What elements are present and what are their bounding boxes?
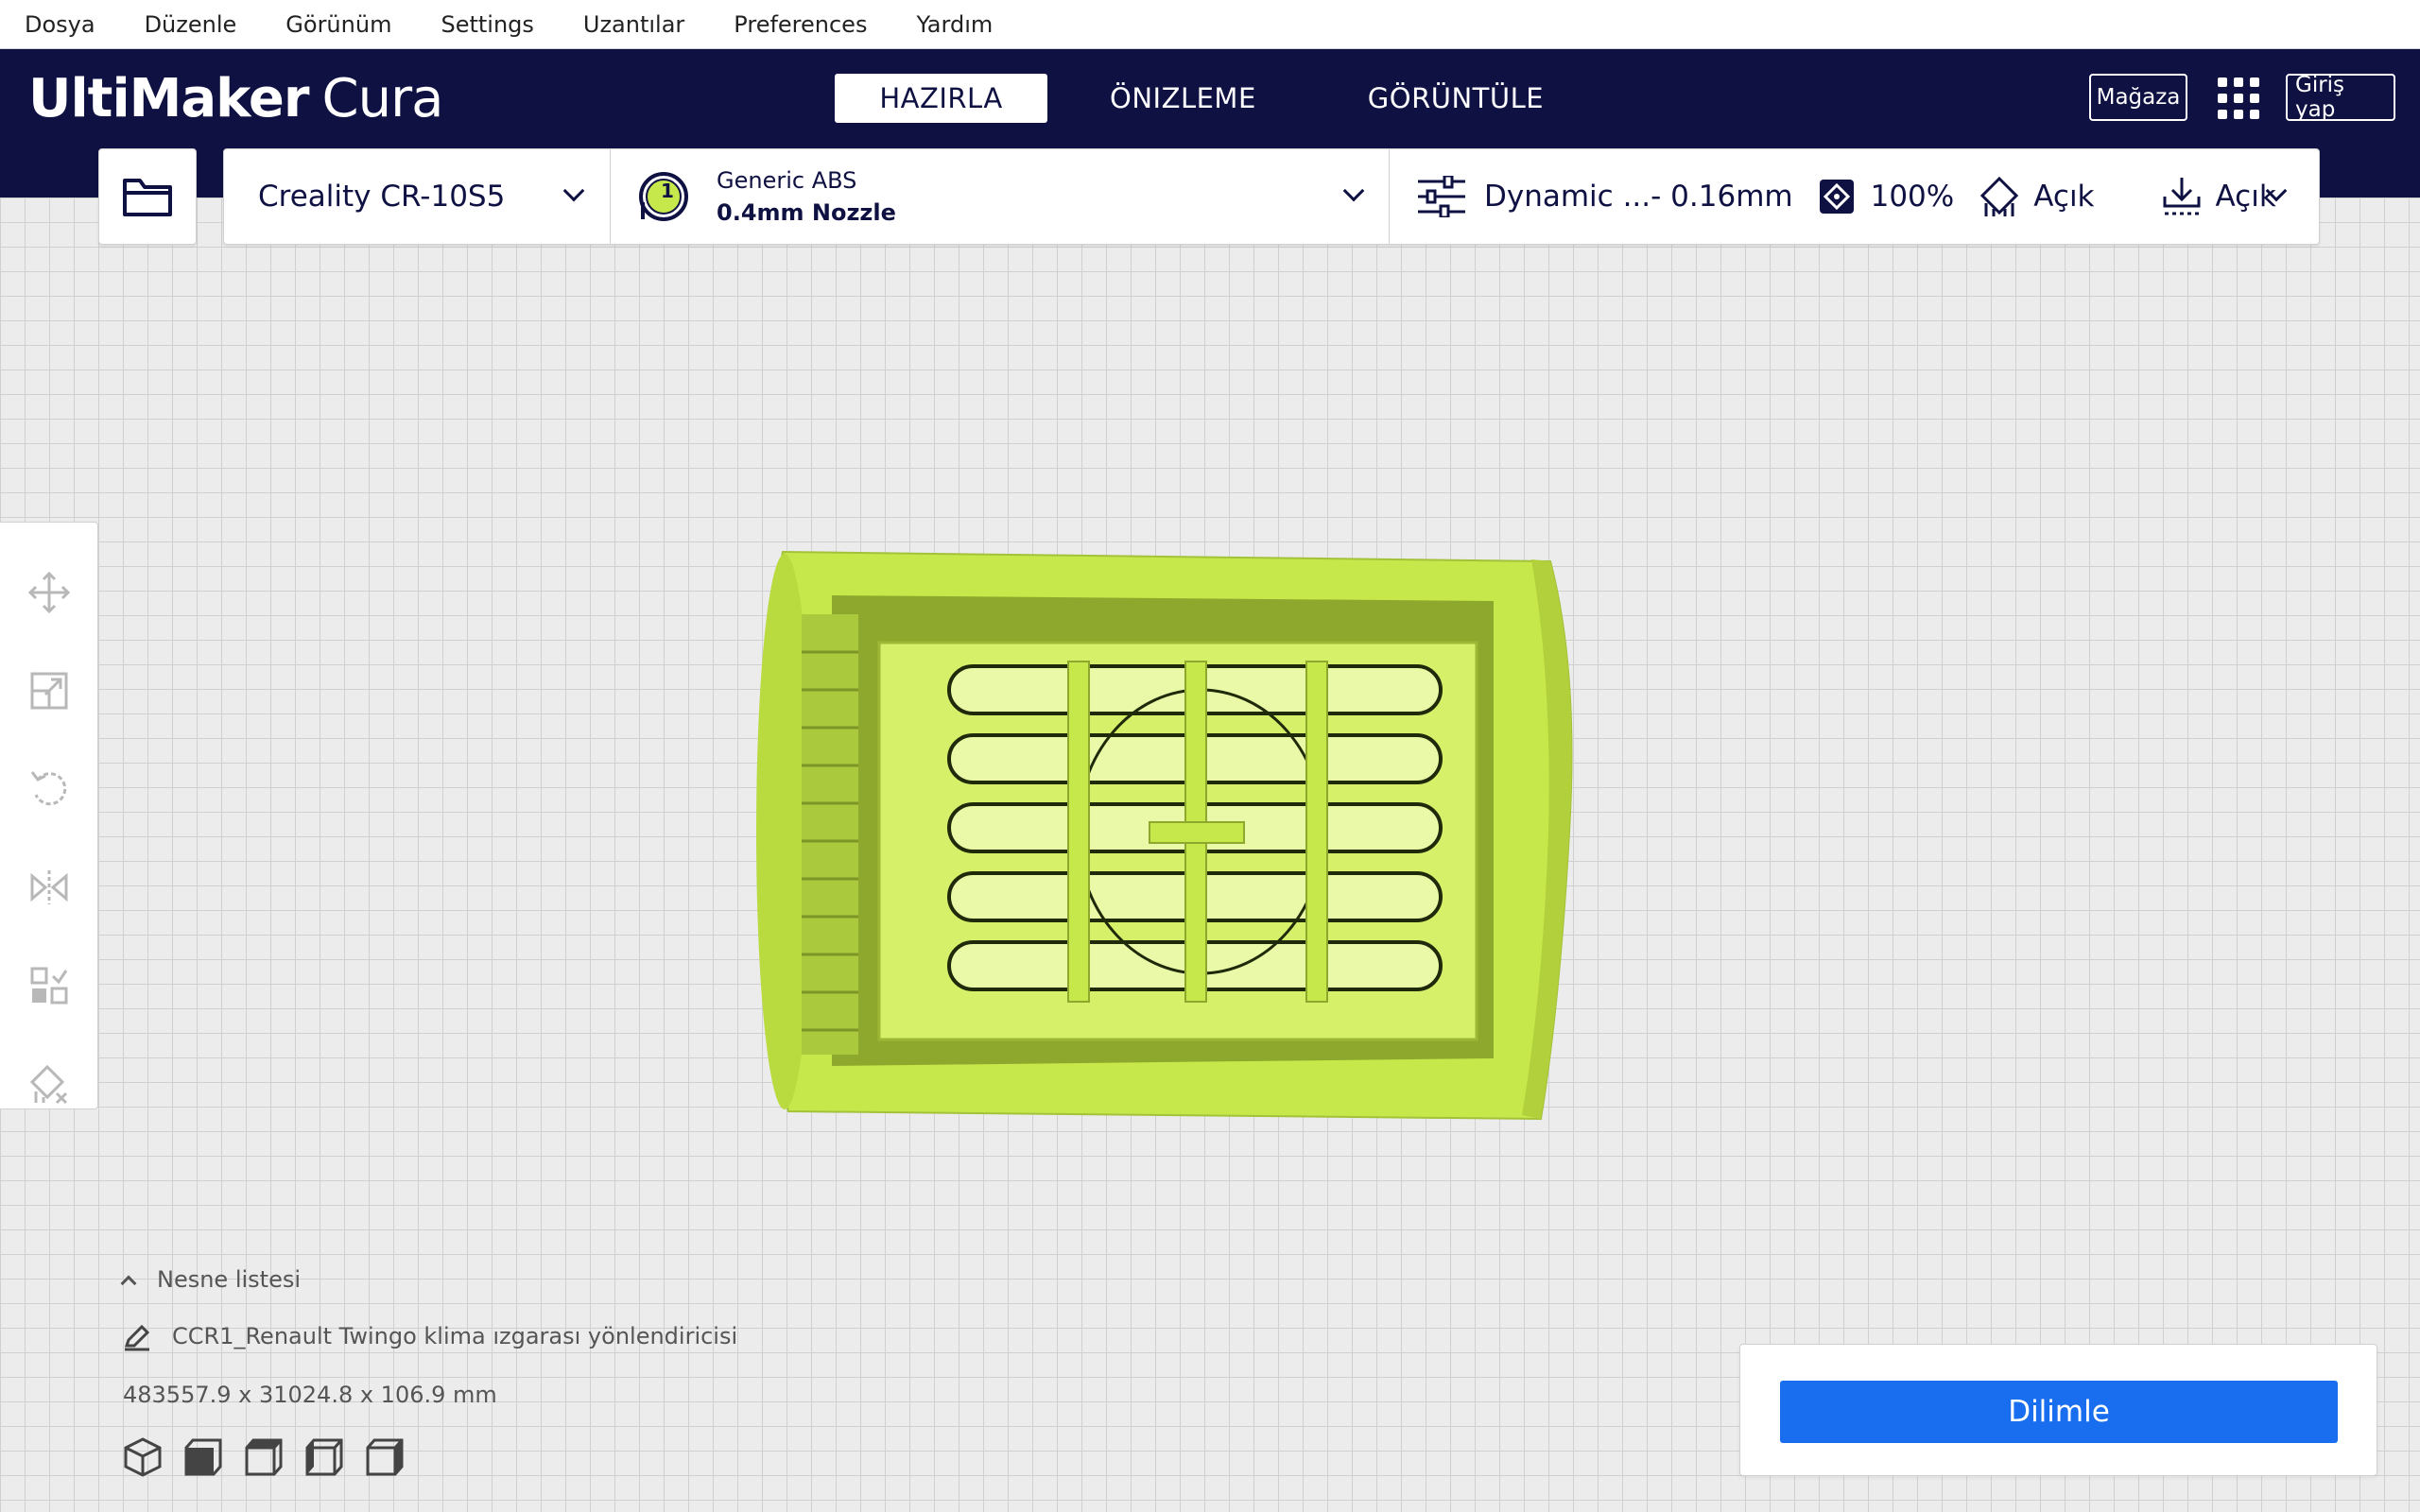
- print-setup-bar: Creality CR-10S5 1 Generic ABS 0.4mm Noz…: [223, 148, 2320, 245]
- cube-3d-icon: [124, 1437, 162, 1477]
- logo-bold: UltiMaker: [28, 68, 309, 129]
- menu-view[interactable]: Görünüm: [285, 11, 391, 38]
- cube-left-icon: [305, 1438, 343, 1476]
- object-list-title: Nesne listesi: [157, 1266, 302, 1293]
- support-blocker-button[interactable]: [21, 1056, 78, 1112]
- infill-icon: [1819, 180, 1854, 214]
- support-value: Açık: [2033, 180, 2095, 214]
- menu-file[interactable]: Dosya: [25, 11, 95, 38]
- support-icon: [1980, 176, 2019, 216]
- cube-front-icon: [184, 1438, 222, 1476]
- slice-panel: Dilimle: [1739, 1344, 2377, 1476]
- menu-bar: Dosya Düzenle Görünüm Settings Uzantılar…: [0, 0, 2420, 49]
- mirror-tool-button[interactable]: [21, 859, 78, 916]
- move-tool-button[interactable]: [21, 564, 78, 621]
- tool-panel: [0, 522, 98, 1109]
- cube-right-icon: [366, 1438, 404, 1476]
- scale-tool-button[interactable]: [21, 662, 78, 719]
- menu-extensions[interactable]: Uzantılar: [583, 11, 684, 38]
- rotate-tool-button[interactable]: [21, 761, 78, 817]
- app-logo: UltiMaker Cura: [28, 68, 443, 129]
- printer-selector[interactable]: Creality CR-10S5: [224, 149, 610, 244]
- apps-grid-icon[interactable]: [2218, 77, 2259, 119]
- object-name-row[interactable]: CCR1_Renault Twingo klima ızgarası yönle…: [123, 1323, 737, 1351]
- profile-name: Dynamic ...- 0.16mm: [1484, 180, 1793, 214]
- logo-light: Cura: [321, 68, 443, 129]
- model-3d-view[interactable]: [747, 548, 1579, 1125]
- tab-prepare[interactable]: HAZIRLA: [835, 74, 1047, 123]
- cube-top-icon: [245, 1438, 283, 1476]
- move-icon: [28, 572, 70, 613]
- slice-button[interactable]: Dilimle: [1780, 1381, 2338, 1443]
- view-left-button[interactable]: [304, 1436, 365, 1482]
- view-right-button[interactable]: [365, 1436, 425, 1482]
- chevron-down-icon: [1342, 180, 1365, 202]
- folder-icon: [123, 179, 172, 216]
- extruder-number: 1: [661, 180, 674, 202]
- rotate-icon: [30, 771, 67, 806]
- view-3d-button[interactable]: [123, 1436, 183, 1482]
- adhesion-value: Açık: [2215, 180, 2276, 214]
- tab-preview[interactable]: ÖNIZLEME: [1061, 74, 1305, 123]
- printer-name: Creality CR-10S5: [258, 180, 506, 214]
- tab-monitor[interactable]: GÖRÜNTÜLE: [1319, 74, 1593, 123]
- extruder-selector[interactable]: 1 Generic ABS 0.4mm Nozzle: [610, 149, 1389, 244]
- signin-button[interactable]: Giriş yap: [2286, 73, 2395, 122]
- object-name: CCR1_Renault Twingo klima ızgarası yönle…: [172, 1323, 738, 1349]
- mirror-icon: [30, 870, 68, 904]
- nozzle-size: 0.4mm Nozzle: [717, 199, 896, 226]
- stage-tabs: HAZIRLA ÖNIZLEME GÖRÜNTÜLE: [835, 74, 1606, 123]
- menu-preferences[interactable]: Preferences: [734, 11, 867, 38]
- view-front-button[interactable]: [183, 1436, 244, 1482]
- menu-edit[interactable]: Düzenle: [145, 11, 237, 38]
- support-blocker-icon: [29, 1064, 68, 1105]
- chevron-up-icon: [120, 1275, 137, 1292]
- marketplace-button[interactable]: Mağaza: [2089, 74, 2187, 121]
- menu-help[interactable]: Yardım: [916, 11, 993, 38]
- pencil-icon: [124, 1324, 150, 1351]
- view-top-button[interactable]: [244, 1436, 304, 1482]
- per-model-settings-button[interactable]: [21, 957, 78, 1014]
- open-file-button[interactable]: [98, 148, 197, 245]
- camera-view-buttons: [123, 1436, 425, 1482]
- scale-icon: [30, 672, 68, 710]
- settings-sliders-icon: [1418, 176, 1465, 217]
- material-name: Generic ABS: [717, 167, 857, 194]
- menu-settings[interactable]: Settings: [441, 11, 533, 38]
- print-settings-selector[interactable]: Dynamic ...- 0.16mm 100% Açık Açık: [1389, 149, 2319, 244]
- per-model-settings-icon: [30, 967, 68, 1005]
- adhesion-icon: [2163, 178, 2201, 215]
- object-dimensions: 483557.9 x 31024.8 x 106.9 mm: [123, 1382, 497, 1408]
- object-list-toggle[interactable]: Nesne listesi: [120, 1266, 302, 1293]
- chevron-down-icon: [562, 180, 585, 202]
- infill-value: 100%: [1870, 180, 1955, 214]
